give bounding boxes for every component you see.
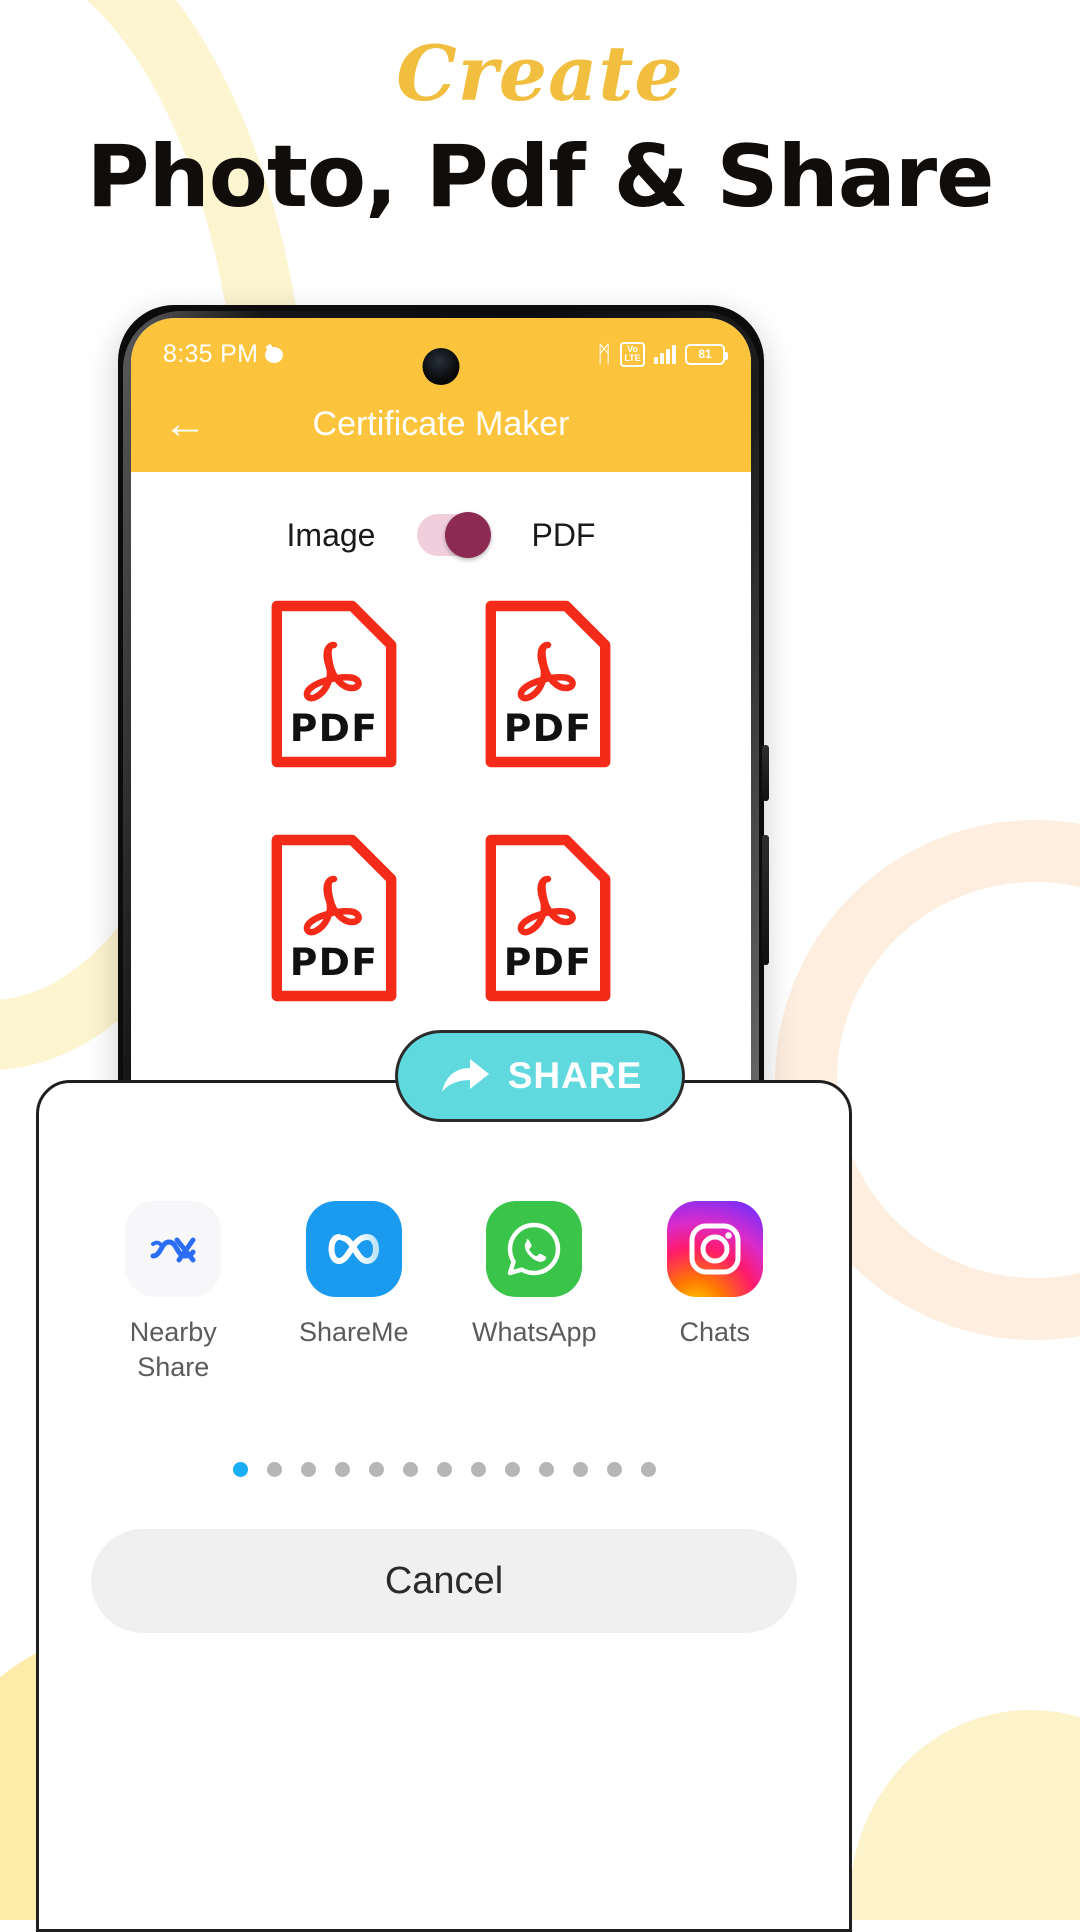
pdf-file-item[interactable]: PDF xyxy=(483,598,613,770)
promo-kicker: Create xyxy=(396,29,684,118)
signal-bars-icon xyxy=(654,344,676,364)
pdf-file-icon: PDF xyxy=(485,600,611,768)
phone-volume-button[interactable] xyxy=(762,835,769,965)
pdf-file-item[interactable]: PDF xyxy=(269,832,399,1004)
cancel-button[interactable]: Cancel xyxy=(91,1529,797,1634)
pager-dot[interactable] xyxy=(606,1462,622,1478)
pager-dot[interactable] xyxy=(334,1462,350,1478)
toggle-knob xyxy=(445,512,492,558)
pager-dot-active[interactable] xyxy=(232,1462,248,1478)
pdf-label: PDF xyxy=(504,940,593,984)
share-button[interactable]: SHARE xyxy=(395,1030,685,1122)
shareme-icon xyxy=(305,1201,402,1297)
app-bar: ← Certificate Maker xyxy=(131,376,751,472)
alarm-icon xyxy=(265,345,284,363)
background-blob-bottom-right xyxy=(850,1710,1080,1920)
volte-icon: Vo LTE xyxy=(620,341,645,367)
status-time: 8:35 PM xyxy=(163,339,259,368)
status-bar-left: 8:35 PM xyxy=(163,339,284,369)
pager-dot[interactable] xyxy=(436,1462,452,1478)
share-sheet-pager[interactable] xyxy=(39,1462,849,1478)
status-bar-right: ᛗ Vo LTE 81 xyxy=(597,340,728,367)
pdf-label: PDF xyxy=(504,706,593,750)
share-arrow-icon xyxy=(441,1059,489,1092)
format-toggle-switch[interactable] xyxy=(417,512,492,558)
bluetooth-icon: ᛗ xyxy=(597,340,611,367)
pager-dot[interactable] xyxy=(300,1462,316,1478)
pdf-file-icon: PDF xyxy=(271,834,397,1002)
whatsapp-icon xyxy=(486,1201,583,1297)
battery-icon: 81 xyxy=(685,343,728,365)
pager-dot[interactable] xyxy=(640,1462,656,1478)
front-camera-punch-hole xyxy=(422,348,460,385)
share-target-chats[interactable]: Chats xyxy=(640,1201,790,1350)
share-target-nearby-share[interactable]: Nearby Share xyxy=(98,1201,248,1384)
share-button-label: SHARE xyxy=(507,1055,643,1096)
format-toggle-row: Image PDF xyxy=(131,472,751,582)
share-target-label: Nearby Share xyxy=(129,1317,217,1382)
pdf-label: PDF xyxy=(290,706,379,750)
pager-dot[interactable] xyxy=(538,1462,554,1478)
share-sheet: Nearby Share ShareMe WhatsApp Chats Canc… xyxy=(36,1080,852,1932)
pdf-label: PDF xyxy=(290,940,379,984)
nearby-share-icon xyxy=(125,1201,222,1297)
pdf-file-item[interactable]: PDF xyxy=(483,832,613,1004)
pdf-file-icon: PDF xyxy=(271,600,397,768)
pdf-file-icon: PDF xyxy=(485,834,611,1002)
volte-bottom-text: LTE xyxy=(624,353,641,363)
phone-screen: 8:35 PM ᛗ Vo LTE 81 ← Certificate Maker xyxy=(131,318,751,1105)
share-target-whatsapp[interactable]: WhatsApp xyxy=(459,1201,609,1350)
phone-power-button[interactable] xyxy=(762,745,769,801)
share-target-label: ShareMe xyxy=(298,1317,409,1347)
page-title: Certificate Maker xyxy=(312,404,570,443)
promo-headings: Create Photo, Pdf & Share xyxy=(0,0,1080,223)
pdf-file-item[interactable]: PDF xyxy=(269,598,399,770)
instagram-icon xyxy=(666,1201,763,1297)
share-target-label: Chats xyxy=(679,1317,751,1347)
battery-level-text: 81 xyxy=(698,347,712,361)
pager-dot[interactable] xyxy=(266,1462,282,1478)
pager-dot[interactable] xyxy=(504,1462,520,1478)
back-arrow-icon[interactable]: ← xyxy=(159,398,211,450)
share-target-label: WhatsApp xyxy=(471,1317,597,1347)
pager-dot[interactable] xyxy=(470,1462,486,1478)
toggle-label-pdf: PDF xyxy=(531,516,596,553)
pager-dot[interactable] xyxy=(402,1462,418,1478)
toggle-label-image: Image xyxy=(286,516,376,553)
share-targets-row: Nearby Share ShareMe WhatsApp Chats xyxy=(39,1201,849,1384)
phone-mockup: 8:35 PM ᛗ Vo LTE 81 ← Certificate Maker xyxy=(118,305,769,1105)
pager-dot[interactable] xyxy=(368,1462,384,1478)
share-target-shareme[interactable]: ShareMe xyxy=(279,1201,429,1350)
promo-headline: Photo, Pdf & Share xyxy=(86,126,995,227)
pager-dot[interactable] xyxy=(572,1462,588,1478)
pdf-file-grid: PDF PDF PDF PDF xyxy=(131,582,751,1004)
